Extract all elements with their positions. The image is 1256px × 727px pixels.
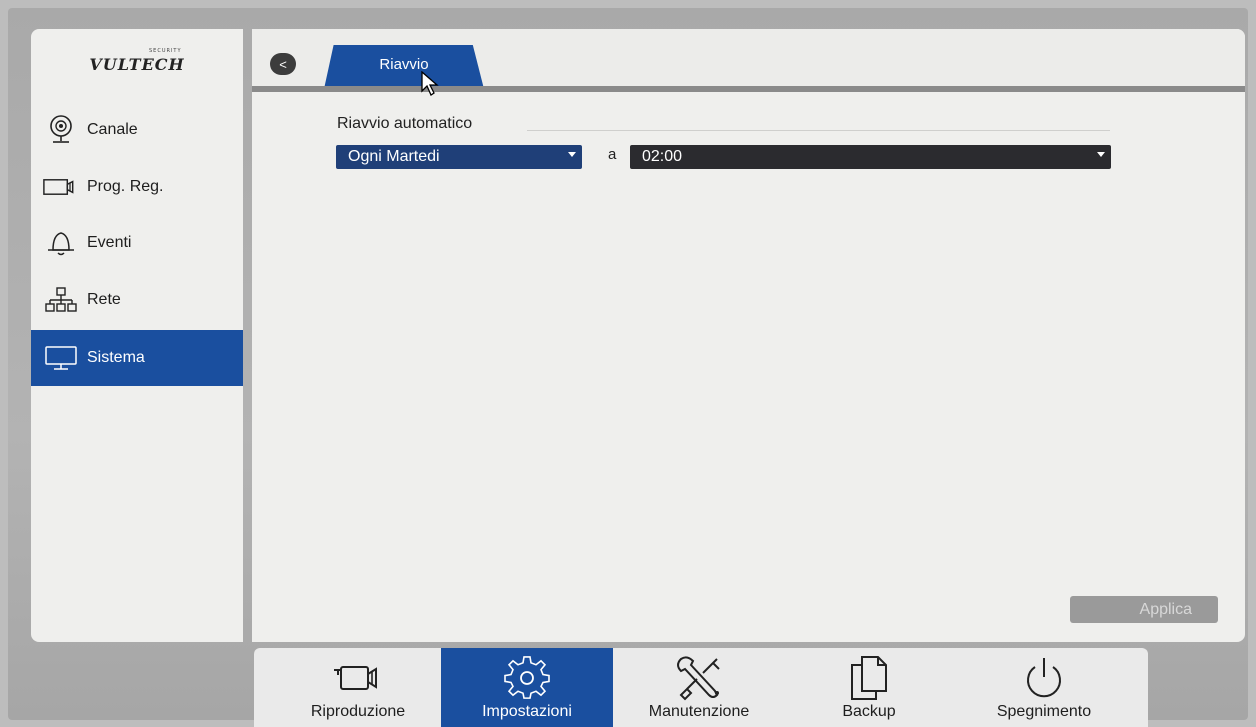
tools-icon — [673, 653, 725, 703]
section-title: Riavvio automatico — [337, 115, 473, 132]
toolbar-item-spegnimento[interactable]: Spegnimento — [964, 648, 1124, 727]
at-label: a — [608, 146, 617, 163]
sidebar-item-label: Canale — [87, 121, 138, 138]
toolbar-item-label: Manutenzione — [648, 703, 750, 720]
sidebar-item-label: Prog. Reg. — [87, 178, 164, 195]
toolbar-item-manutenzione[interactable]: Manutenzione — [614, 648, 784, 727]
brand-name: VULTECH — [89, 54, 185, 74]
sidebar: VULTECH SECURITY Canale Prog. Reg. Event… — [31, 29, 243, 642]
section-divider — [527, 130, 1110, 131]
apply-button[interactable]: Applica — [1070, 596, 1218, 623]
toolbar-item-label: Impostazioni — [482, 703, 572, 720]
network-icon — [43, 282, 79, 318]
day-select-value: Ogni Martedi — [348, 148, 440, 165]
sidebar-item-label: Rete — [87, 291, 121, 308]
sidebar-item-eventi[interactable]: Eventi — [31, 215, 243, 271]
chevron-down-icon — [1097, 152, 1105, 157]
apply-button-label: Applica — [1139, 600, 1192, 618]
time-select[interactable]: 02:00 — [630, 145, 1111, 169]
sidebar-item-sistema[interactable]: Sistema — [31, 330, 243, 386]
chevron-down-icon — [568, 152, 576, 157]
bottom-toolbar: Riproduzione Impostazioni Manutenzione B… — [254, 648, 1148, 727]
gear-icon — [504, 653, 550, 703]
chevron-left-icon: < — [279, 56, 287, 72]
toolbar-item-label: Spegnimento — [996, 703, 1092, 720]
toolbar-item-label: Backup — [842, 703, 896, 720]
brand-sub: SECURITY — [149, 48, 182, 54]
copy-icon — [848, 653, 890, 703]
toolbar-item-impostazioni[interactable]: Impostazioni — [441, 648, 613, 727]
tab-riavvio[interactable]: Riavvio — [324, 45, 484, 89]
toolbar-item-label: Riproduzione — [310, 703, 406, 720]
sidebar-item-prog-reg[interactable]: Prog. Reg. — [31, 159, 243, 215]
settings-panel: < Riavvio Riavvio automatico Ogni Marted… — [252, 29, 1245, 642]
sidebar-item-label: Sistema — [87, 349, 145, 366]
power-icon — [1021, 653, 1067, 703]
sidebar-item-rete[interactable]: Rete — [31, 272, 243, 328]
toolbar-item-backup[interactable]: Backup — [799, 648, 939, 727]
brand-logo: VULTECH SECURITY — [31, 29, 243, 99]
bell-icon — [43, 225, 79, 261]
video-camera-icon — [43, 169, 79, 205]
monitor-icon — [43, 340, 79, 376]
mouse-cursor-icon — [421, 71, 439, 96]
sidebar-item-label: Eventi — [87, 234, 132, 251]
tab-bar: < Riavvio — [252, 29, 1245, 92]
tab-underline — [252, 86, 1245, 92]
time-select-value: 02:00 — [642, 148, 683, 165]
camera-icon — [43, 112, 79, 148]
sidebar-item-canale[interactable]: Canale — [31, 102, 243, 158]
toolbar-item-riproduzione[interactable]: Riproduzione — [276, 648, 440, 727]
video-camera-icon — [332, 653, 384, 703]
tab-label: Riavvio — [379, 55, 429, 73]
day-select[interactable]: Ogni Martedi — [336, 145, 582, 169]
back-button[interactable]: < — [270, 53, 296, 75]
